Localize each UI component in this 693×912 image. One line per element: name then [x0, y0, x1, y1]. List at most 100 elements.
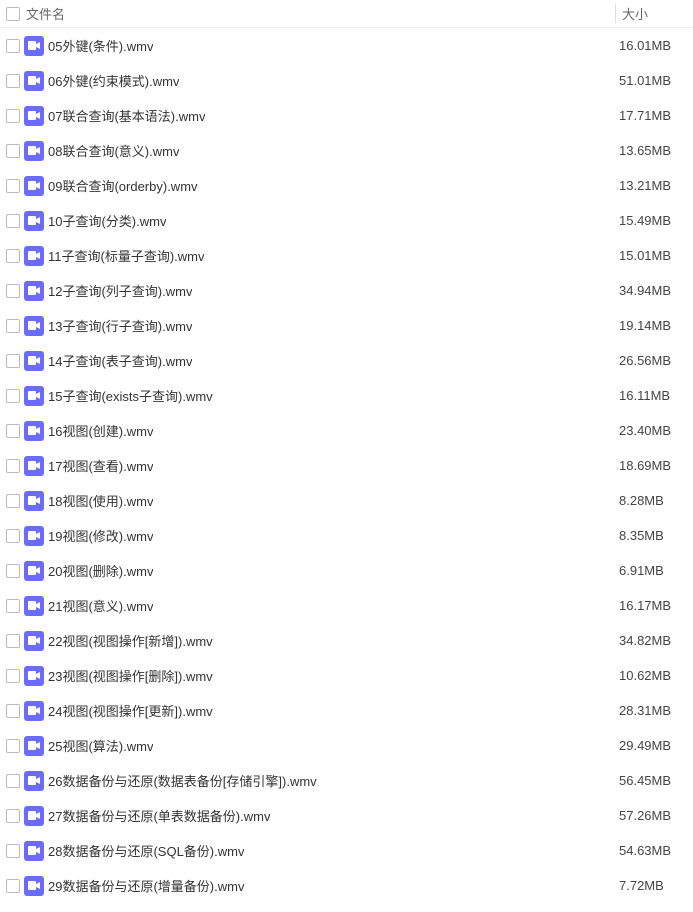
select-all-checkbox[interactable] [6, 7, 20, 21]
row-checkbox[interactable] [6, 529, 20, 543]
row-checkbox[interactable] [6, 669, 20, 683]
file-name-cell: 17视图(查看).wmv [0, 456, 615, 476]
file-size-cell: 16.17MB [615, 598, 693, 613]
file-name-label[interactable]: 13子查询(行子查询).wmv [48, 316, 192, 335]
file-name-label[interactable]: 09联合查询(orderby).wmv [48, 176, 198, 195]
row-checkbox[interactable] [6, 774, 20, 788]
file-name-label[interactable]: 17视图(查看).wmv [48, 456, 153, 475]
row-checkbox[interactable] [6, 109, 20, 123]
file-name-cell: 19视图(修改).wmv [0, 526, 615, 546]
table-row[interactable]: 25视图(算法).wmv29.49MB [0, 728, 693, 763]
table-header: 文件名 大小 [0, 0, 693, 28]
file-size-cell: 16.01MB [615, 38, 693, 53]
file-name-label[interactable]: 06外键(约束模式).wmv [48, 71, 179, 90]
row-checkbox[interactable] [6, 494, 20, 508]
table-row[interactable]: 24视图(视图操作[更新]).wmv28.31MB [0, 693, 693, 728]
table-row[interactable]: 26数据备份与还原(数据表备份[存储引擎]).wmv56.45MB [0, 763, 693, 798]
row-checkbox[interactable] [6, 214, 20, 228]
table-row[interactable]: 29数据备份与还原(增量备份).wmv7.72MB [0, 868, 693, 903]
file-name-label[interactable]: 27数据备份与还原(单表数据备份).wmv [48, 806, 270, 825]
row-checkbox[interactable] [6, 424, 20, 438]
file-name-label[interactable]: 23视图(视图操作[删除]).wmv [48, 666, 213, 685]
row-checkbox[interactable] [6, 144, 20, 158]
table-row[interactable]: 10子查询(分类).wmv15.49MB [0, 203, 693, 238]
file-size-cell: 18.69MB [615, 458, 693, 473]
table-row[interactable]: 19视图(修改).wmv8.35MB [0, 518, 693, 553]
row-checkbox[interactable] [6, 39, 20, 53]
column-header-size[interactable]: 大小 [615, 4, 693, 23]
file-name-label[interactable]: 25视图(算法).wmv [48, 736, 153, 755]
file-name-cell: 15子查询(exists子查询).wmv [0, 386, 615, 406]
file-name-label[interactable]: 26数据备份与还原(数据表备份[存储引擎]).wmv [48, 771, 317, 790]
table-row[interactable]: 06外键(约束模式).wmv51.01MB [0, 63, 693, 98]
file-name-label[interactable]: 12子查询(列子查询).wmv [48, 281, 192, 300]
video-file-icon [24, 701, 44, 721]
video-file-icon [24, 36, 44, 56]
row-checkbox[interactable] [6, 739, 20, 753]
row-checkbox[interactable] [6, 879, 20, 893]
file-name-label[interactable]: 21视图(意义).wmv [48, 596, 153, 615]
table-row[interactable]: 08联合查询(意义).wmv13.65MB [0, 133, 693, 168]
table-row[interactable]: 05外键(条件).wmv 16.01MB [0, 28, 693, 63]
file-name-label[interactable]: 08联合查询(意义).wmv [48, 141, 179, 160]
table-row[interactable]: 12子查询(列子查询).wmv34.94MB [0, 273, 693, 308]
row-checkbox[interactable] [6, 354, 20, 368]
file-name-label[interactable]: 05外键(条件).wmv [48, 36, 153, 55]
file-name-label[interactable]: 11子查询(标量子查询).wmv [48, 246, 204, 265]
file-size-cell: 34.82MB [615, 633, 693, 648]
table-row[interactable]: 27数据备份与还原(单表数据备份).wmv57.26MB [0, 798, 693, 833]
row-checkbox[interactable] [6, 319, 20, 333]
file-name-cell: 20视图(删除).wmv [0, 561, 615, 581]
table-row[interactable]: 18视图(使用).wmv 8.28MB [0, 483, 693, 518]
row-checkbox[interactable] [6, 74, 20, 88]
column-header-name[interactable]: 文件名 [0, 4, 615, 23]
file-name-cell: 10子查询(分类).wmv [0, 211, 615, 231]
table-row[interactable]: 09联合查询(orderby).wmv13.21MB [0, 168, 693, 203]
row-checkbox[interactable] [6, 599, 20, 613]
row-checkbox[interactable] [6, 704, 20, 718]
file-name-label[interactable]: 07联合查询(基本语法).wmv [48, 106, 205, 125]
row-checkbox[interactable] [6, 459, 20, 473]
row-checkbox[interactable] [6, 249, 20, 263]
table-row[interactable]: 20视图(删除).wmv6.91MB [0, 553, 693, 588]
file-name-cell: 13子查询(行子查询).wmv [0, 316, 615, 336]
row-checkbox[interactable] [6, 179, 20, 193]
file-name-label[interactable]: 15子查询(exists子查询).wmv [48, 386, 213, 405]
file-size-cell: 8.28MB [615, 493, 693, 508]
row-checkbox[interactable] [6, 284, 20, 298]
file-name-label[interactable]: 29数据备份与还原(增量备份).wmv [48, 876, 244, 895]
table-row[interactable]: 17视图(查看).wmv 18.69MB [0, 448, 693, 483]
table-row[interactable]: 22视图(视图操作[新增]).wmv 34.82MB [0, 623, 693, 658]
table-row[interactable]: 15子查询(exists子查询).wmv16.11MB [0, 378, 693, 413]
video-file-icon [24, 281, 44, 301]
file-name-label[interactable]: 14子查询(表子查询).wmv [48, 351, 192, 370]
video-file-icon [24, 491, 44, 511]
table-row[interactable]: 28数据备份与还原(SQL备份).wmv54.63MB [0, 833, 693, 868]
file-name-label[interactable]: 18视图(使用).wmv [48, 491, 153, 510]
table-row[interactable]: 16视图(创建).wmv23.40MB [0, 413, 693, 448]
file-name-label[interactable]: 20视图(删除).wmv [48, 561, 153, 580]
file-name-label[interactable]: 16视图(创建).wmv [48, 421, 153, 440]
row-checkbox[interactable] [6, 389, 20, 403]
table-row[interactable]: 14子查询(表子查询).wmv 26.56MB [0, 343, 693, 378]
table-row[interactable]: 11子查询(标量子查询).wmv15.01MB [0, 238, 693, 273]
row-checkbox[interactable] [6, 564, 20, 578]
table-row[interactable]: 21视图(意义).wmv 16.17MB [0, 588, 693, 623]
file-size-cell: 26.56MB [615, 353, 693, 368]
table-row[interactable]: 07联合查询(基本语法).wmv 17.71MB [0, 98, 693, 133]
file-name-label[interactable]: 19视图(修改).wmv [48, 526, 153, 545]
file-size-cell: 17.71MB [615, 108, 693, 123]
file-name-label[interactable]: 24视图(视图操作[更新]).wmv [48, 701, 213, 720]
row-checkbox[interactable] [6, 844, 20, 858]
video-file-icon [24, 876, 44, 896]
row-checkbox[interactable] [6, 809, 20, 823]
video-file-icon [24, 806, 44, 826]
file-name-label[interactable]: 22视图(视图操作[新增]).wmv [48, 631, 213, 650]
table-row[interactable]: 13子查询(行子查询).wmv19.14MB [0, 308, 693, 343]
table-row[interactable]: 23视图(视图操作[删除]).wmv10.62MB [0, 658, 693, 693]
file-name-label[interactable]: 10子查询(分类).wmv [48, 211, 166, 230]
file-name-cell: 12子查询(列子查询).wmv [0, 281, 615, 301]
file-name-label[interactable]: 28数据备份与还原(SQL备份).wmv [48, 841, 244, 860]
row-checkbox[interactable] [6, 634, 20, 648]
video-file-icon [24, 456, 44, 476]
